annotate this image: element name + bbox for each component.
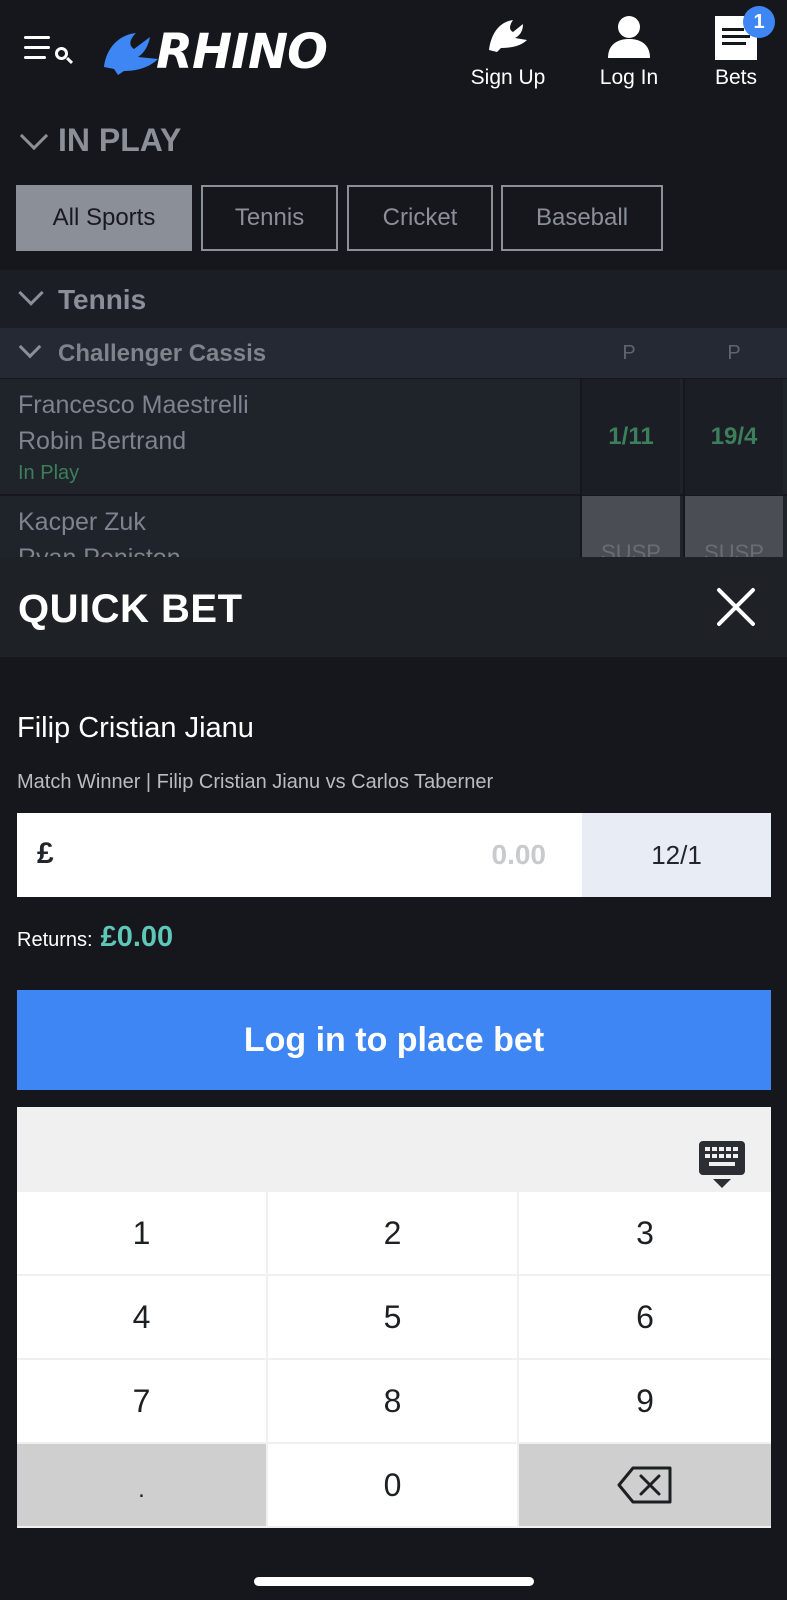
column-header-p2: P: [727, 342, 741, 364]
odds-button-suspended: SUSP: [580, 496, 680, 557]
event-row[interactable]: Kacper Zuk Ryan Peniston SUSP SUSP: [0, 495, 787, 557]
log-in-button[interactable]: Log In: [574, 14, 684, 94]
stake-placeholder: 0.00: [491, 839, 547, 870]
key-2[interactable]: 2: [268, 1192, 517, 1274]
close-icon[interactable]: [714, 585, 758, 629]
menu-search-icon[interactable]: [24, 34, 78, 68]
event-status: In Play: [18, 462, 80, 484]
stake-input[interactable]: £ 0.00: [17, 813, 582, 897]
key-1[interactable]: 1: [17, 1192, 266, 1274]
quick-bet-title: QUICK BET: [18, 587, 243, 631]
bets-count-badge: 1: [743, 6, 775, 38]
returns-label: Returns:: [17, 929, 93, 951]
in-play-title[interactable]: IN PLAY: [58, 122, 181, 159]
chevron-down-icon: [18, 335, 42, 359]
filter-cricket[interactable]: Cricket: [347, 185, 493, 251]
event-row[interactable]: Francesco Maestrelli Robin Bertrand In P…: [0, 378, 787, 495]
odds-button-suspended: SUSP: [683, 496, 783, 557]
key-decimal[interactable]: .: [17, 1444, 266, 1526]
key-3[interactable]: 3: [519, 1192, 771, 1274]
numeric-keypad: 1 2 3 4 5 6 7 8 9 . 0: [17, 1107, 771, 1528]
sign-up-button[interactable]: Sign Up: [453, 14, 563, 94]
player-two-name: Ryan Peniston: [18, 540, 181, 557]
player-two-name: Robin Bertrand: [18, 427, 187, 455]
key-4[interactable]: 4: [17, 1276, 266, 1358]
returns-value: £0.00: [100, 921, 174, 953]
key-6[interactable]: 6: [519, 1276, 771, 1358]
rhino-head-icon: [104, 33, 158, 75]
hide-keyboard-icon[interactable]: [699, 1141, 745, 1188]
odds-button-p2[interactable]: 19/4: [683, 379, 783, 495]
quick-bet-sheet: QUICK BET Filip Cristian Jianu Match Win…: [0, 557, 787, 1600]
home-indicator[interactable]: [254, 1577, 534, 1586]
backspace-icon: [617, 1466, 672, 1504]
rhino-signup-icon: [489, 20, 527, 52]
top-header: RHINO Sign Up Log In 1 Bets: [0, 0, 787, 100]
rhino-logo[interactable]: RHINO: [100, 22, 328, 82]
currency-symbol: £: [37, 837, 54, 870]
sport-section-header[interactable]: Tennis: [0, 270, 787, 328]
odds-button-p1[interactable]: 1/11: [580, 379, 680, 495]
returns-row: Returns: £0.00: [17, 921, 173, 954]
key-0[interactable]: 0: [268, 1444, 517, 1526]
sign-up-label: Sign Up: [470, 66, 546, 89]
column-header-p1: P: [622, 342, 636, 364]
backspace-key[interactable]: [519, 1444, 771, 1526]
key-7[interactable]: 7: [17, 1360, 266, 1442]
selection-name: Filip Cristian Jianu: [17, 712, 254, 744]
selection-odds: 12/1: [582, 813, 771, 897]
competition-header[interactable]: Challenger Cassis P P: [0, 328, 787, 378]
player-one-name: Kacper Zuk: [18, 508, 146, 536]
key-8[interactable]: 8: [268, 1360, 517, 1442]
user-icon: [608, 16, 650, 58]
key-9[interactable]: 9: [519, 1360, 771, 1442]
filter-tennis[interactable]: Tennis: [201, 185, 338, 251]
in-play-section: IN PLAY All Sports Tennis Cricket Baseba…: [0, 100, 787, 268]
log-in-to-place-bet-button[interactable]: Log in to place bet: [17, 990, 771, 1090]
sport-title: Tennis: [58, 284, 147, 315]
logo-text: RHINO: [156, 24, 328, 80]
competition-name: Challenger Cassis: [58, 340, 267, 367]
log-in-label: Log In: [599, 66, 659, 89]
chevron-down-icon[interactable]: [19, 121, 49, 151]
quick-bet-header: QUICK BET: [0, 557, 787, 657]
bets-label: Bets: [714, 66, 758, 89]
bets-button[interactable]: 1 Bets: [681, 6, 787, 94]
stake-row: £ 0.00 12/1: [17, 813, 771, 897]
player-one-name: Francesco Maestrelli: [18, 391, 249, 419]
filter-baseball[interactable]: Baseball: [501, 185, 663, 251]
chevron-down-icon: [18, 280, 44, 306]
market-description: Match Winner | Filip Cristian Jianu vs C…: [17, 771, 494, 793]
key-5[interactable]: 5: [268, 1276, 517, 1358]
filter-all-sports[interactable]: All Sports: [16, 185, 192, 251]
